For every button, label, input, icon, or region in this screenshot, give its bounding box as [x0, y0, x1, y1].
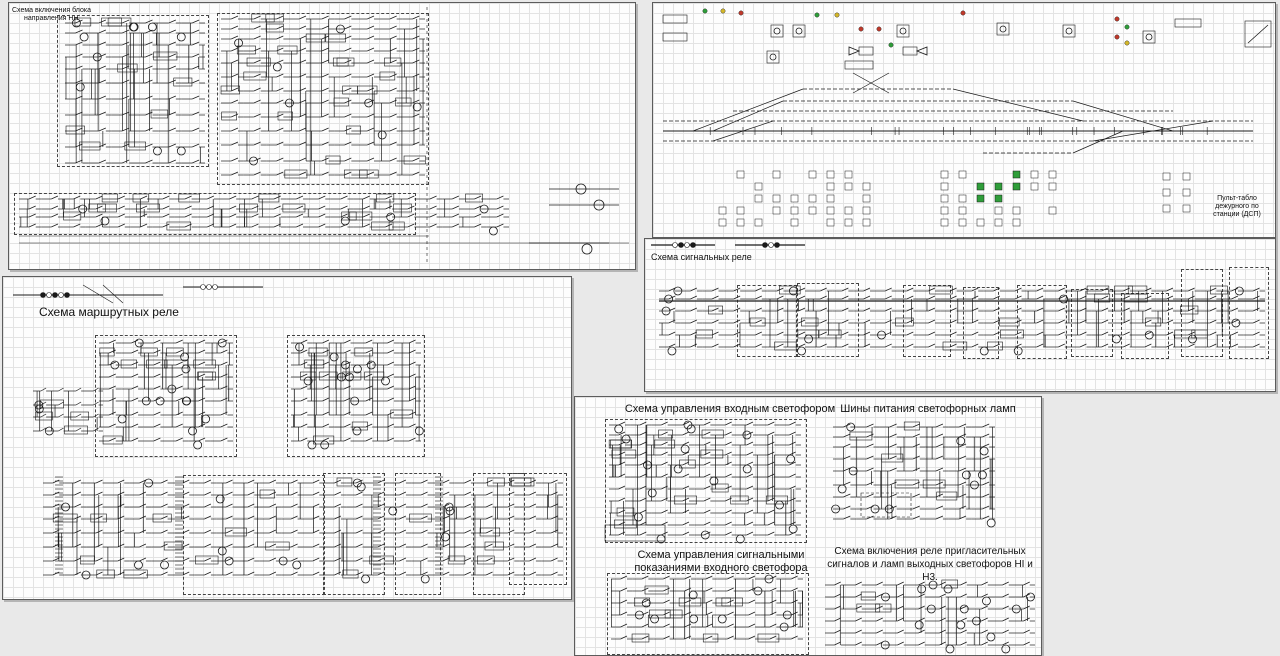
- block-direction-schematic: [19, 7, 629, 265]
- signal-relay-schematic: [651, 242, 1265, 356]
- sheet-signal-relays[interactable]: Схема сигнальных реле: [644, 238, 1276, 392]
- sheet-console[interactable]: Пульт-табло дежурного по станции (ДСП): [652, 2, 1276, 238]
- entry-signal-schematic: [604, 420, 1035, 654]
- console-track-layout: [662, 8, 1272, 227]
- sheet-entry-signal[interactable]: Схема управления входным светофором Шины…: [574, 396, 1042, 656]
- console-caption-line-1: Пульт-табло дежурного по: [1215, 195, 1259, 210]
- sheet-route-relays[interactable]: Схема маршрутных реле: [2, 276, 572, 600]
- sheet-block-direction[interactable]: Схема включения блока направления НН: [8, 2, 636, 270]
- console-caption: Пульт-табло дежурного по станции (ДСП): [1201, 195, 1273, 219]
- console-caption-line-2: станции (ДСП): [1213, 211, 1261, 218]
- route-relay-schematic: [13, 284, 563, 584]
